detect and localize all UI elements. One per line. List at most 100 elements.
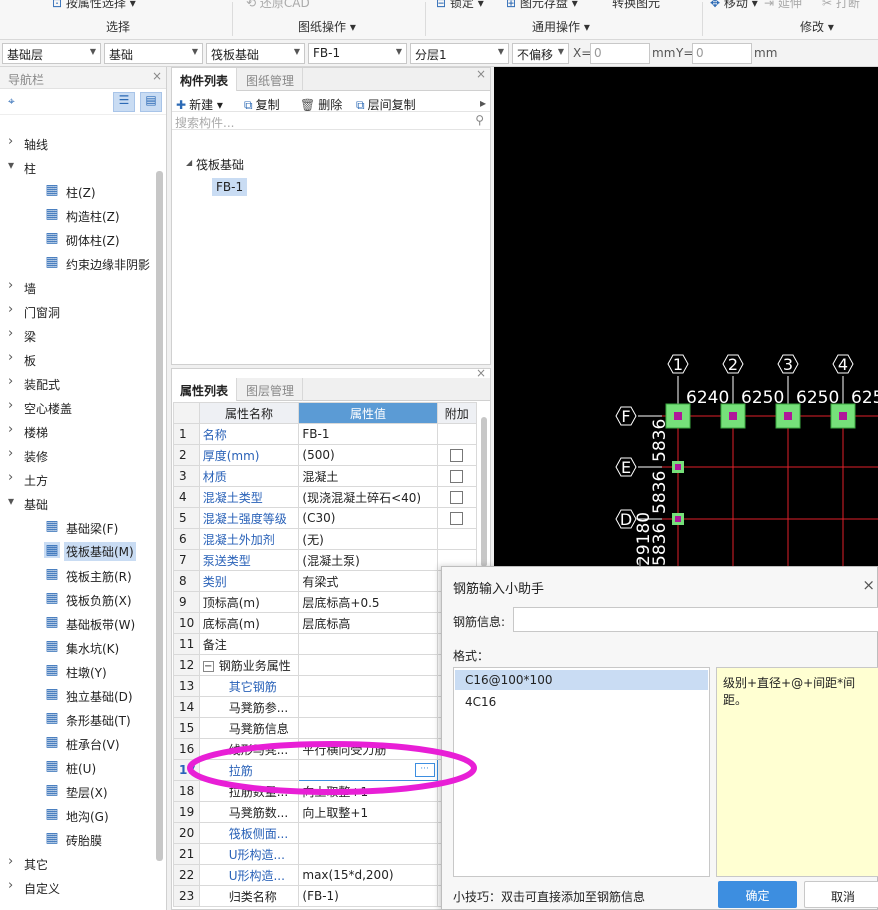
nav-category[interactable]: › 梁	[0, 323, 152, 347]
nav-sub-item[interactable]: ▦ 柱墩(Y)	[0, 659, 152, 683]
nav-sub-item[interactable]: ▦ 筏板主筋(R)	[0, 563, 152, 587]
list-view-icon[interactable]: ☰	[113, 92, 135, 112]
table-row[interactable]: 8 类别 有梁式	[173, 570, 478, 592]
restore-cad-button[interactable]: ⟲ 还原CAD	[246, 0, 310, 11]
lock-button[interactable]: ⊟ 锁定 ▾	[436, 0, 484, 11]
property-value[interactable]	[298, 696, 438, 718]
extend-button[interactable]: ⇥ 延伸	[764, 0, 802, 11]
property-value[interactable]: (现浇混凝土碎石<40)	[298, 486, 438, 508]
table-row[interactable]: 15 马凳筋信息	[173, 717, 478, 739]
tree-item-fb1[interactable]: FB-1	[212, 178, 248, 196]
chevron-right-icon[interactable]: ›	[8, 302, 13, 317]
property-value[interactable]	[298, 843, 438, 865]
type-select[interactable]: 筏板基础 ▼	[206, 43, 305, 64]
checkbox[interactable]	[450, 449, 464, 462]
nav-sub-item[interactable]: ▦ 构造柱(Z)	[0, 203, 152, 227]
move-button[interactable]: ✥ 移动 ▾	[710, 0, 758, 11]
property-value[interactable]: (无)	[298, 528, 438, 550]
property-value[interactable]: (C30)	[298, 507, 438, 529]
layer-select[interactable]: 基础层 ▼	[2, 43, 101, 64]
nav-category[interactable]: › 其它	[0, 851, 152, 875]
nav-sub-item[interactable]: ▦ 桩(U)	[0, 755, 152, 779]
nav-sub-item[interactable]: ▦ 独立基础(D)	[0, 683, 152, 707]
property-value[interactable]: (500)	[298, 444, 438, 466]
chevron-down-icon[interactable]: ▾	[8, 494, 14, 508]
detail-view-icon[interactable]: ▤	[140, 92, 162, 112]
search-input[interactable]: 搜索构件...	[175, 114, 234, 131]
tab-property-list[interactable]: 属性列表	[172, 378, 238, 401]
collapse-icon[interactable]: −	[202, 660, 214, 672]
format-option[interactable]: C16@100*100	[455, 670, 708, 690]
chevron-right-icon[interactable]: ›	[8, 398, 13, 413]
nav-sub-item[interactable]: ▦ 基础梁(F)	[0, 515, 152, 539]
more-arrow-icon[interactable]: ▸	[480, 96, 486, 110]
table-row[interactable]: 14 马凳筋参...	[173, 696, 478, 718]
property-value[interactable]	[298, 633, 438, 655]
nav-category[interactable]: › 门窗洞	[0, 299, 152, 323]
nav-scrollbar[interactable]	[156, 171, 163, 861]
table-row[interactable]: 5 混凝土强度等级 (C30)	[173, 507, 478, 529]
search-box[interactable]: 搜索构件... ⚲	[172, 111, 490, 130]
chevron-right-icon[interactable]: ›	[8, 854, 13, 869]
table-row[interactable]: 11 备注	[173, 633, 478, 655]
property-value[interactable]	[298, 822, 438, 844]
extra-cell[interactable]	[436, 465, 478, 487]
chevron-right-icon[interactable]: ›	[8, 278, 13, 293]
table-row[interactable]: 12− 钢筋业务属性	[173, 654, 478, 676]
nav-category[interactable]: › 墙	[0, 275, 152, 299]
offset-select[interactable]: 不偏移 ▼	[512, 43, 569, 64]
nav-category[interactable]: › 轴线	[0, 131, 152, 155]
chevron-right-icon[interactable]: ›	[8, 134, 13, 149]
extra-cell[interactable]	[436, 486, 478, 508]
extra-cell[interactable]	[436, 444, 478, 466]
property-value[interactable]: max(15*d,200)	[298, 864, 438, 886]
table-row[interactable]: 10 底标高(m) 层底标高	[173, 612, 478, 634]
chevron-right-icon[interactable]: ›	[8, 878, 13, 893]
extra-cell[interactable]	[436, 507, 478, 529]
property-value[interactable]: FB-1	[298, 423, 438, 445]
checkbox[interactable]	[450, 491, 464, 504]
nav-category[interactable]: › 装配式	[0, 371, 152, 395]
cancel-button[interactable]: 取消	[804, 881, 878, 908]
property-value[interactable]	[298, 654, 438, 676]
x-offset-input[interactable]: 0	[590, 43, 650, 64]
nav-sub-item[interactable]: ▦ 砖胎膜	[0, 827, 152, 851]
close-icon[interactable]: ×	[476, 366, 486, 380]
nav-sub-item[interactable]: ▦ 约束边缘非阴影	[0, 251, 152, 275]
table-row[interactable]: 21 U形构造...	[173, 843, 478, 865]
convert-element-button[interactable]: 转换图元	[612, 0, 660, 11]
property-value[interactable]: 混凝土	[298, 465, 438, 487]
tab-drawing-management[interactable]: 图纸管理	[238, 68, 304, 91]
chevron-right-icon[interactable]: ›	[8, 422, 13, 437]
close-icon[interactable]: ×	[152, 69, 162, 83]
rebar-info-input[interactable]	[513, 607, 878, 632]
nav-sub-item[interactable]: ▦ 筏板基础(M)	[0, 539, 152, 563]
nav-sub-item[interactable]: ▦ 柱(Z)	[0, 179, 152, 203]
checkbox[interactable]	[450, 470, 464, 483]
nav-category[interactable]: ▾ 基础	[0, 491, 152, 515]
select-by-attribute-button[interactable]: ⊡ 按属性选择 ▾	[52, 0, 136, 11]
table-row[interactable]: 1 名称 FB-1	[173, 423, 478, 445]
nav-sub-item[interactable]: ▦ 筏板负筋(X)	[0, 587, 152, 611]
save-element-button[interactable]: ⊞ 图元存盘 ▾	[506, 0, 578, 11]
property-value[interactable]: 层底标高	[298, 612, 438, 634]
nav-sub-item[interactable]: ▦ 桩承台(V)	[0, 731, 152, 755]
property-value[interactable]	[298, 717, 438, 739]
nav-sub-item[interactable]: ▦ 集水坑(K)	[0, 635, 152, 659]
nav-sub-item[interactable]: ▦ 条形基础(T)	[0, 707, 152, 731]
table-row[interactable]: 22 U形构造... max(15*d,200)	[173, 864, 478, 886]
nav-category[interactable]: › 楼梯	[0, 419, 152, 443]
y-offset-input[interactable]: 0	[692, 43, 752, 64]
nav-category[interactable]: › 土方	[0, 467, 152, 491]
close-icon[interactable]: ×	[476, 67, 486, 81]
nav-category[interactable]: ▾ 柱	[0, 155, 152, 179]
component-select[interactable]: FB-1 ▼	[308, 43, 407, 64]
expand-icon[interactable]: ◢	[186, 158, 192, 167]
property-value[interactable]: 层底标高+0.5	[298, 591, 438, 613]
table-row[interactable]: 7 泵送类型 (混凝土泵)	[173, 549, 478, 571]
table-row[interactable]: 13 其它钢筋	[173, 675, 478, 697]
nav-sub-item[interactable]: ▦ 地沟(G)	[0, 803, 152, 827]
chevron-right-icon[interactable]: ›	[8, 446, 13, 461]
tab-layer-management[interactable]: 图层管理	[238, 378, 304, 401]
property-value[interactable]: (混凝土泵)	[298, 549, 438, 571]
